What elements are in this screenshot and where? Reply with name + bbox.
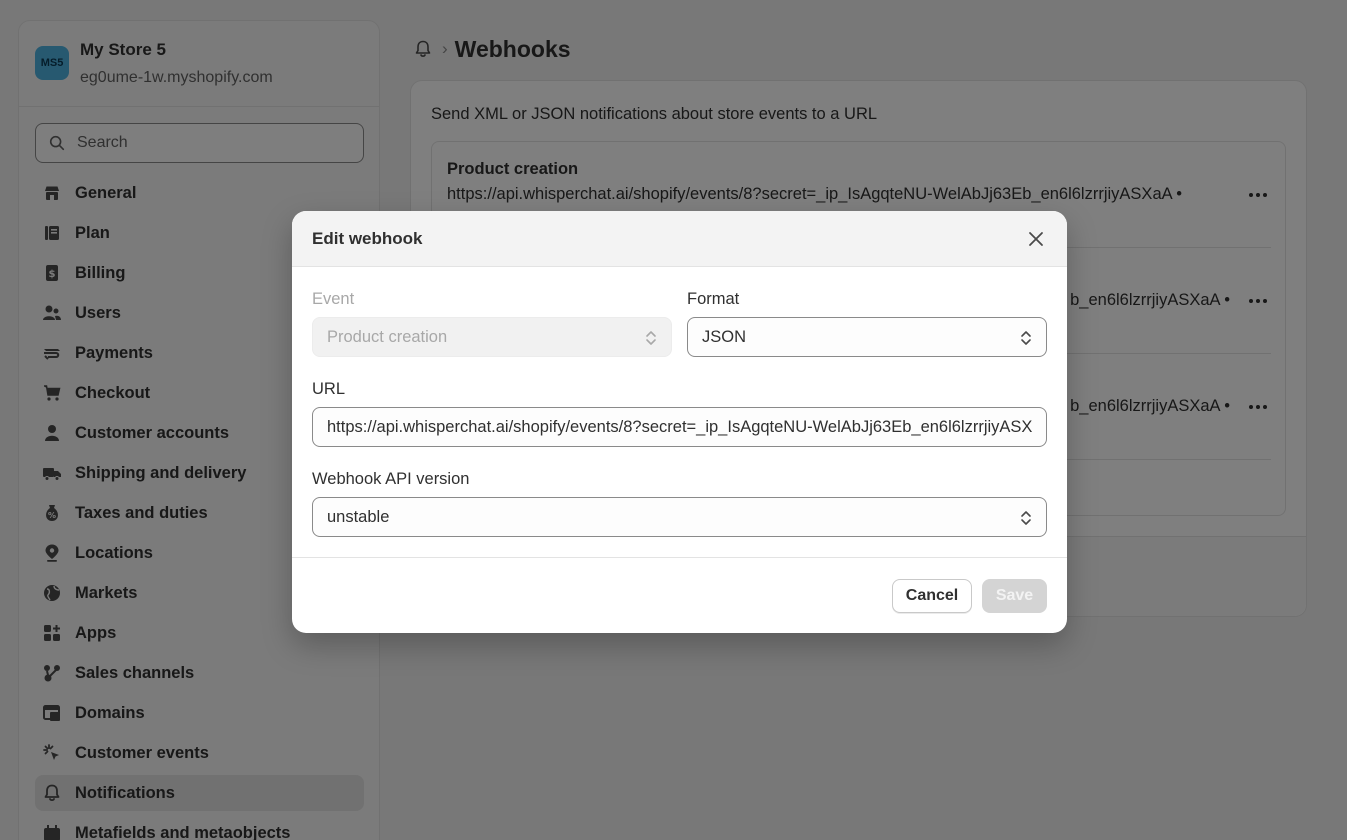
format-label: Format: [687, 290, 740, 308]
modal-footer: Cancel Save: [292, 557, 1067, 633]
modal-title: Edit webhook: [312, 228, 423, 248]
select-chevron-icon: [1021, 511, 1031, 525]
close-button[interactable]: [1025, 228, 1047, 250]
select-chevron-icon: [646, 331, 656, 345]
event-label: Event: [312, 290, 355, 308]
event-select: Product creation: [312, 317, 672, 357]
event-select-value: Product creation: [327, 327, 448, 346]
url-input[interactable]: [312, 407, 1047, 447]
format-select[interactable]: JSON: [687, 317, 1047, 357]
api-version-select-value: unstable: [327, 507, 390, 526]
modal-header: Edit webhook: [292, 211, 1067, 267]
edit-webhook-modal: Edit webhook Event Product creation Form…: [292, 211, 1067, 633]
api-version-label: Webhook API version: [312, 470, 470, 488]
api-version-select[interactable]: unstable: [312, 497, 1047, 537]
close-icon: [1029, 231, 1043, 246]
select-chevron-icon: [1021, 331, 1031, 345]
cancel-button[interactable]: Cancel: [892, 579, 972, 613]
url-label: URL: [312, 380, 346, 398]
format-select-value: JSON: [702, 327, 747, 346]
save-button[interactable]: Save: [982, 579, 1047, 613]
